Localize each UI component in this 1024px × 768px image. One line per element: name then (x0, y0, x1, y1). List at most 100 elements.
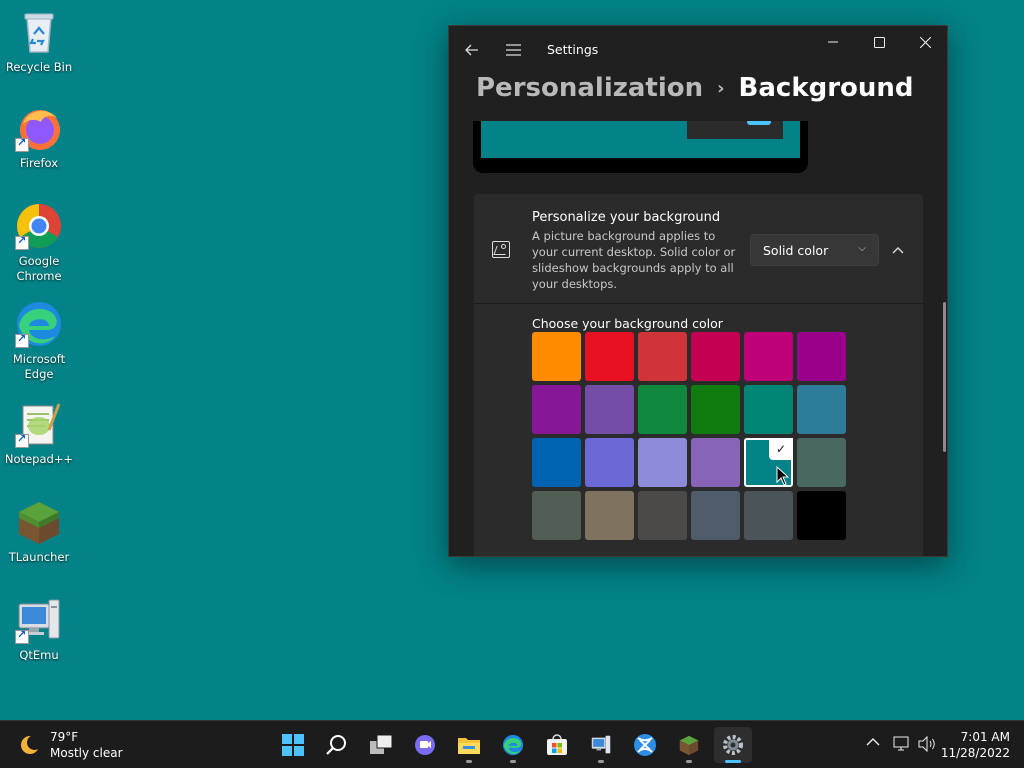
desktop-icon-qtemu[interactable]: QtEmu (4, 596, 74, 663)
desktop-icon-firefox[interactable]: Firefox (4, 104, 74, 171)
desktop-icon-edge[interactable]: Microsoft Edge (4, 300, 74, 382)
task-view-button[interactable] (362, 727, 400, 763)
xbox-icon (634, 734, 656, 756)
color-section: Choose your background color ✓ (474, 304, 923, 556)
color-swatch[interactable] (638, 491, 687, 540)
color-swatch[interactable] (744, 332, 793, 381)
running-indicator (466, 760, 472, 763)
color-swatch[interactable] (585, 332, 634, 381)
chat-button[interactable] (406, 727, 444, 763)
qtemu-icon (591, 735, 611, 754)
color-swatch[interactable] (797, 332, 846, 381)
file-explorer-icon (458, 738, 480, 754)
chevron-down-icon: ⌵ (858, 243, 866, 254)
clock-date: 11/28/2022 (940, 746, 1010, 760)
color-swatch[interactable] (691, 491, 740, 540)
app-title: Settings (547, 42, 599, 57)
qtemu-icon (15, 596, 63, 644)
start-icon (282, 734, 304, 756)
tlauncher-taskbar-button[interactable] (670, 727, 708, 763)
breadcrumb-separator-icon: › (717, 77, 725, 99)
personalize-background-header[interactable]: Personalize your background A picture ba… (474, 194, 923, 304)
checkmark-icon: ✓ (769, 438, 793, 460)
search-button[interactable] (318, 727, 356, 763)
qtemu-taskbar-button[interactable] (582, 727, 620, 763)
background-preview (473, 121, 808, 173)
running-indicator (598, 760, 604, 763)
show-hidden-icons-chevron-icon[interactable] (866, 735, 880, 751)
shortcut-arrow-icon (15, 332, 29, 348)
weather-condition: Mostly clear (50, 746, 123, 760)
xbox-button[interactable] (626, 727, 664, 763)
color-swatch[interactable] (532, 438, 581, 487)
edge-taskbar-button[interactable] (494, 727, 532, 763)
taskbar: 79°F Mostly clear 7:01 AM 11/28/2022 (0, 720, 1024, 768)
breadcrumb: Personalization › Background (476, 73, 914, 103)
edge-icon (15, 300, 63, 348)
store-icon (547, 734, 567, 755)
desktop-icon-notepad-plus-plus[interactable]: Notepad++ (4, 400, 74, 467)
shortcut-arrow-icon (15, 136, 29, 152)
desktop-icon-tlauncher[interactable]: TLauncher (4, 498, 74, 565)
tlauncher-icon (15, 498, 63, 546)
chevron-up-icon (892, 247, 904, 254)
weather-widget[interactable]: 79°F Mostly clear (18, 729, 123, 761)
chat-icon (415, 735, 435, 755)
desktop-icon-label: TLauncher (8, 550, 70, 564)
title-bar: Settings (449, 26, 947, 74)
mouse-cursor-icon (776, 466, 790, 486)
settings-window: Settings Personalization › Background Pe… (448, 25, 948, 557)
settings-taskbar-button[interactable] (714, 727, 752, 763)
moon-weather-icon (18, 733, 42, 757)
start-button[interactable] (274, 727, 312, 763)
color-swatch-grid: ✓ (532, 332, 846, 540)
scrollbar-thumb[interactable] (943, 302, 946, 452)
color-swatch[interactable] (691, 385, 740, 434)
color-swatch[interactable] (532, 332, 581, 381)
maximize-button[interactable] (856, 26, 902, 58)
color-swatch[interactable] (691, 438, 740, 487)
minimize-button[interactable] (810, 26, 856, 58)
color-swatch[interactable] (532, 385, 581, 434)
back-arrow-icon[interactable] (460, 38, 484, 62)
clock-time: 7:01 AM (960, 730, 1010, 744)
dropdown-value: Solid color (763, 242, 829, 258)
color-swatch[interactable] (638, 438, 687, 487)
shortcut-arrow-icon (15, 432, 29, 448)
breadcrumb-personalization[interactable]: Personalization (476, 73, 703, 103)
color-swatch[interactable] (691, 332, 740, 381)
color-swatch[interactable] (532, 491, 581, 540)
store-button[interactable] (538, 727, 576, 763)
color-swatch[interactable] (585, 385, 634, 434)
desktop-icon-label: QtEmu (19, 648, 59, 662)
volume-icon[interactable] (918, 735, 938, 756)
settings-icon (723, 735, 743, 755)
choose-color-title: Choose your background color (532, 316, 723, 331)
system-clock[interactable]: 7:01 AM 11/28/2022 (941, 729, 1010, 761)
file-explorer-button[interactable] (450, 727, 488, 763)
network-icon[interactable] (893, 736, 911, 756)
tlauncher-icon (679, 735, 699, 756)
close-button[interactable] (902, 26, 947, 58)
color-swatch[interactable] (638, 385, 687, 434)
color-swatch[interactable] (744, 385, 793, 434)
color-swatch[interactable] (585, 438, 634, 487)
edge-icon (502, 734, 524, 756)
firefox-icon (15, 104, 63, 152)
settings-content[interactable]: Personalize your background A picture ba… (449, 121, 947, 556)
personalize-background-card: Personalize your background A picture ba… (474, 194, 923, 556)
page-title: Background (738, 73, 914, 103)
collapse-button[interactable] (886, 238, 910, 262)
desktop-icon-label: Recycle Bin (5, 60, 73, 74)
color-swatch[interactable] (797, 438, 846, 487)
color-swatch[interactable] (585, 491, 634, 540)
desktop-icon-recycle-bin[interactable]: Recycle Bin (4, 8, 74, 75)
background-type-dropdown[interactable]: Solid color ⌵ (750, 234, 879, 266)
color-swatch[interactable] (638, 332, 687, 381)
hamburger-menu-icon[interactable] (501, 38, 525, 62)
active-indicator (725, 760, 741, 763)
desktop-icon-chrome[interactable]: Google Chrome (4, 202, 74, 284)
color-swatch[interactable] (797, 385, 846, 434)
color-swatch[interactable] (797, 491, 846, 540)
color-swatch[interactable] (744, 491, 793, 540)
